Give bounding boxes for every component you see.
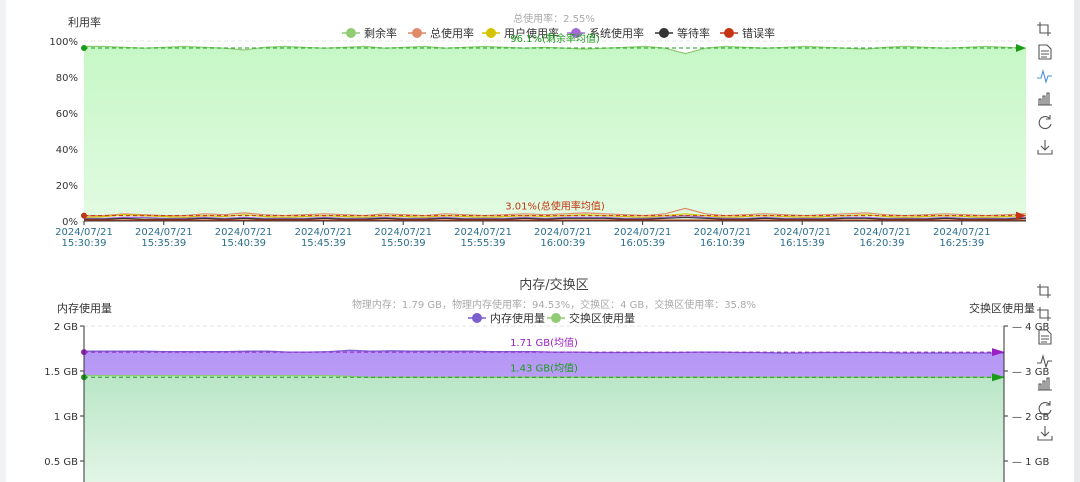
cpu-x-tick-date: 2024/07/21 [694,227,752,238]
cpu-mean-start-dot [81,212,87,219]
cpu-x-tick-date: 2024/07/21 [215,227,273,238]
cpu-x-tick-date: 2024/07/21 [454,227,512,238]
memory-plot-area: 1.71 GB(均值) 1.43 GB(均值) [81,336,1005,482]
swap-y-axis-label: 交换区使用量 [969,301,1035,315]
cpu-x-tick-date: 2024/07/21 [55,227,113,238]
cpu-plot-area: 96.1%(剩余率均值) 3.01%(总使用率均值) [81,32,1027,222]
cpu-x-tick-date: 2024/07/21 [374,227,432,238]
cpu-x-tick-time: 15:30:39 [62,238,107,249]
restore-icon[interactable] [1037,22,1051,36]
cpu-toolbox [1037,22,1053,155]
cpu-x-tick-date: 2024/07/21 [933,227,991,238]
memory-mean-label: 1.43 GB(均值) [510,361,578,374]
cpu-x-tick-time: 15:40:39 [221,238,266,249]
cpu-legend-label: 总使用率 [430,26,474,40]
swap-y-tick-label: — 4 GB [1012,322,1049,333]
cpu-x-tick-time: 15:35:39 [141,238,186,249]
cpu-x-tick-time: 16:15:39 [780,238,825,249]
cpu-x-tick-date: 2024/07/21 [773,227,831,238]
cpu-x-tick-date: 2024/07/21 [534,227,592,238]
memory-legend-label: 内存使用量 [490,311,545,325]
download-icon[interactable] [1037,426,1053,441]
cpu-y-tick-label: 40% [56,145,78,156]
cpu-x-tick-time: 16:20:39 [860,238,905,249]
swap-y-tick-label: — 1 GB [1012,457,1049,468]
cpu-y-tick-label: 100% [49,37,78,48]
memory-y-axis-label: 内存使用量 [57,301,112,315]
cpu-x-tick-time: 15:45:39 [301,238,346,249]
memory-y-tick-label: 1.5 GB [44,367,78,378]
cpu-legend-label: 剩余率 [364,26,397,40]
cpu-area-remaining [84,46,1026,222]
memory-chart-title: 内存/交换区 [519,277,588,293]
cpu-x-tick-time: 15:55:39 [461,238,506,249]
memory-y-tick-label: 0.5 GB [44,457,78,468]
cpu-legend-swatch [486,28,496,38]
cpu-y-tick-label: 80% [56,73,78,84]
cpu-y-tick-label: 20% [56,181,78,192]
cpu-legend-swatch [724,28,734,38]
memory-y-tick-label: 1 GB [54,412,78,423]
data-view-icon[interactable] [1038,44,1052,60]
cpu-legend-swatch [346,28,356,38]
bar-chart-icon[interactable] [1038,92,1052,106]
cpu-x-tick-date: 2024/07/21 [135,227,193,238]
cpu-x-tick-time: 16:00:39 [540,238,585,249]
bar-chart-icon[interactable] [1038,377,1052,391]
memory-legend[interactable]: 内存使用量 交换区使用量 [468,311,635,325]
memory-legend-label: 交换区使用量 [569,311,635,325]
restore-icon[interactable] [1037,307,1051,321]
memory-legend-swatch [551,313,561,323]
cpu-mean-label: 96.1%(剩余率均值) [510,32,600,45]
memory-mean-label: 1.71 GB(均值) [510,336,578,349]
cpu-y-tick-label: 60% [56,109,78,120]
zoom-icon[interactable] [1037,284,1051,298]
line-chart-icon[interactable] [1037,68,1052,84]
cpu-y-axis-label: 利用率 [68,15,101,29]
cpu-x-tick-date: 2024/07/21 [614,227,672,238]
cpu-x-tick-time: 16:05:39 [620,238,665,249]
line-chart-icon[interactable] [1037,353,1052,369]
cpu-legend-swatch [659,28,669,38]
cpu-x-tick-date: 2024/07/21 [853,227,911,238]
memory-y-tick-label: 2 GB [54,322,78,333]
cpu-x-tick-date: 2024/07/21 [295,227,353,238]
cpu-legend-swatch [412,28,422,38]
cpu-x-tick-time: 15:50:39 [381,238,426,249]
memory-legend-swatch [472,313,482,323]
cpu-x-tick-time: 16:25:39 [939,238,984,249]
cpu-mean-label: 3.01%(总使用率均值) [505,200,605,213]
chart-canvas: 利用率 总使用率：2.55% 剩余率 总使用率 用户使用率 系统使用率 等待率 错误率 9… [44,12,1053,482]
download-icon[interactable] [1037,140,1053,155]
cpu-legend-label: 错误率 [742,26,775,40]
cpu-subtitle: 总使用率：2.55% [513,12,595,25]
cpu-legend-label: 等待率 [677,26,710,40]
swap-y-tick-label: — 3 GB [1012,367,1049,378]
memory-subtitle: 物理内存：1.79 GB，物理内存使用率：94.53%，交换区：4 GB，交换区… [352,298,756,311]
swap-area [84,375,1004,482]
cpu-mean-start-dot [81,45,87,52]
swap-y-tick-label: — 2 GB [1012,412,1049,423]
cpu-x-tick-time: 16:10:39 [700,238,745,249]
refresh-icon[interactable] [1038,115,1052,130]
